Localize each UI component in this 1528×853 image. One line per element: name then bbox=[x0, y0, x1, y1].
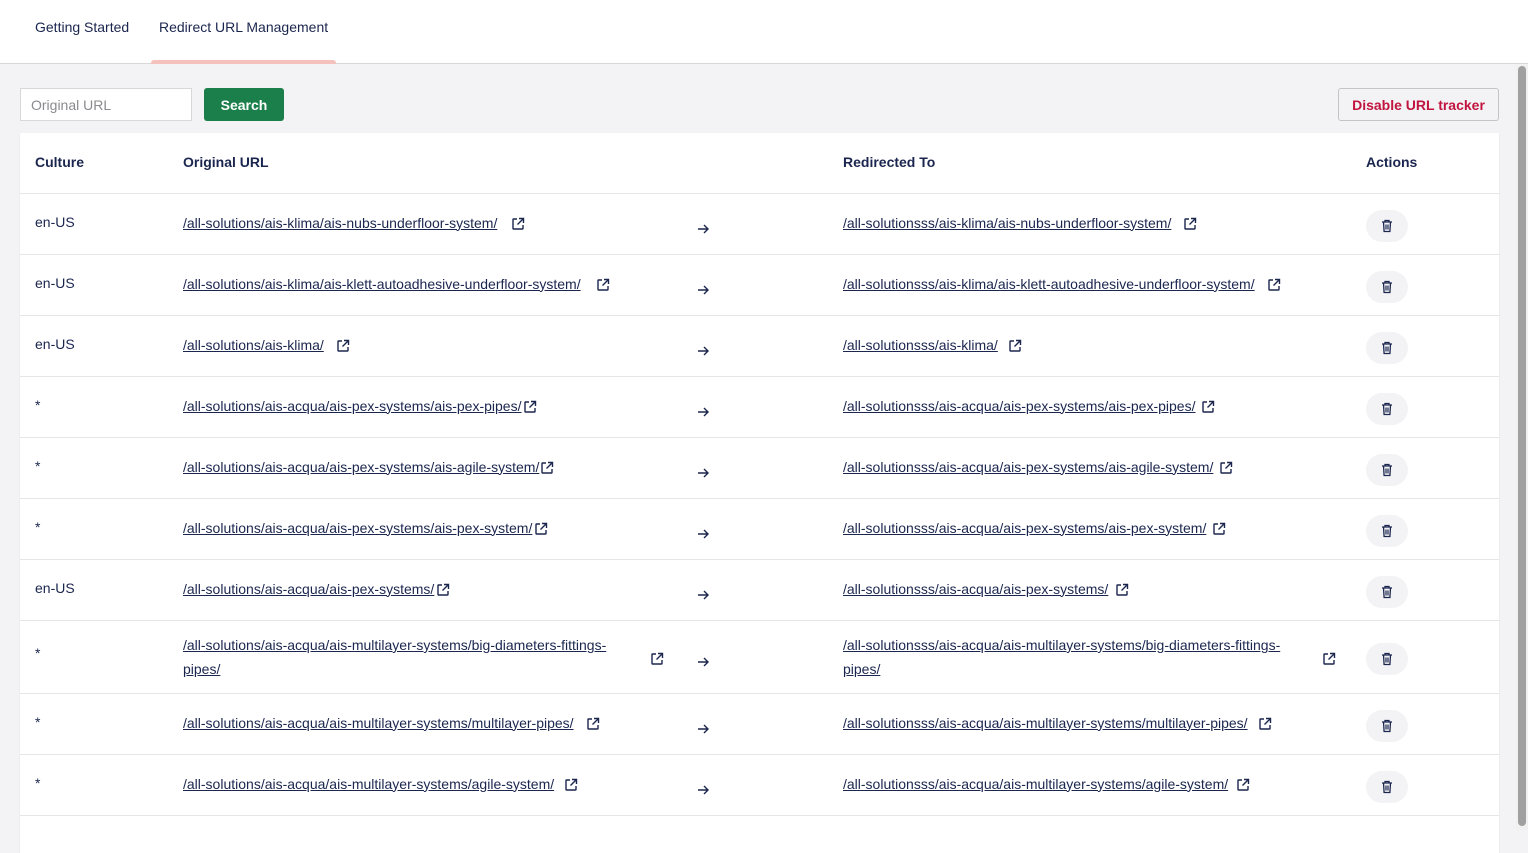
original-url-link[interactable]: /all-solutions/ais-acqua/ais-pex-systems… bbox=[183, 577, 434, 601]
external-link-icon[interactable] bbox=[523, 400, 537, 414]
tab-bar: Getting Started Redirect URL Management bbox=[0, 0, 1528, 64]
external-link-icon[interactable] bbox=[511, 217, 525, 231]
arrow-right-icon bbox=[696, 588, 710, 602]
delete-redirect-button[interactable] bbox=[1366, 270, 1408, 303]
redirected-url-link[interactable]: /all-solutionsss/ais-acqua/ais-pex-syste… bbox=[843, 577, 1108, 601]
external-link-icon[interactable] bbox=[1322, 652, 1336, 666]
delete-redirect-button[interactable] bbox=[1366, 453, 1408, 486]
redirected-url-link[interactable]: /all-solutionsss/ais-acqua/ais-multilaye… bbox=[843, 772, 1228, 796]
redirected-url-link[interactable]: /all-solutionsss/ais-acqua/ais-pex-syste… bbox=[843, 394, 1195, 418]
external-link-icon[interactable] bbox=[1008, 339, 1022, 353]
redirected-url-link[interactable]: /all-solutionsss/ais-acqua/ais-multilaye… bbox=[843, 711, 1248, 735]
delete-redirect-button[interactable] bbox=[1366, 392, 1408, 425]
header-actions: Actions bbox=[1366, 154, 1418, 170]
external-link-icon[interactable] bbox=[1201, 400, 1215, 414]
header-culture: Culture bbox=[35, 154, 84, 170]
arrow-right-icon bbox=[696, 527, 710, 541]
redirected-url-line1: /all-solutionsss/ais-acqua/ais-multilaye… bbox=[843, 637, 1281, 653]
delete-redirect-button[interactable] bbox=[1366, 575, 1408, 608]
table-row: * /all-solutions/ais-acqua/ais-pex-system… bbox=[20, 499, 1499, 560]
original-url-line1: /all-solutions/ais-acqua/ais-multilayer-… bbox=[183, 637, 607, 653]
table-row: * /all-solutions/ais-acqua/ais-multilayer… bbox=[20, 755, 1499, 816]
culture-cell: en-US bbox=[35, 580, 75, 596]
delete-redirect-button[interactable] bbox=[1366, 642, 1408, 675]
table-row: * /all-solutions/ais-acqua/ais-multilayer… bbox=[20, 621, 1499, 694]
external-link-icon[interactable] bbox=[1267, 278, 1281, 292]
original-url-link[interactable]: /all-solutions/ais-acqua/ais-multilayer-… bbox=[183, 633, 623, 681]
redirects-table: Culture Original URL Redirected To Actio… bbox=[20, 133, 1499, 853]
redirected-url-link[interactable]: /all-solutionsss/ais-klima/ais-nubs-unde… bbox=[843, 211, 1171, 235]
table-row: en-US/all-solutions/ais-klima/ais-nubs-u… bbox=[20, 194, 1499, 255]
table-row: * /all-solutions/ais-acqua/ais-pex-system… bbox=[20, 438, 1499, 499]
original-url-link[interactable]: /all-solutions/ais-klima/ais-nubs-underf… bbox=[183, 211, 497, 235]
delete-redirect-button[interactable] bbox=[1366, 209, 1408, 242]
external-link-icon[interactable] bbox=[1212, 522, 1226, 536]
culture-cell: * bbox=[35, 775, 41, 791]
external-link-icon[interactable] bbox=[1236, 778, 1250, 792]
redirected-url-link[interactable]: /all-solutionsss/ais-acqua/ais-multilaye… bbox=[843, 633, 1303, 681]
table-row: en-US/all-solutions/ais-klima/ /all-solut… bbox=[20, 316, 1499, 377]
table-row: * /all-solutions/ais-acqua/ais-pex-system… bbox=[20, 377, 1499, 438]
redirected-url-link[interactable]: /all-solutionsss/ais-acqua/ais-pex-syste… bbox=[843, 516, 1206, 540]
external-link-icon[interactable] bbox=[1219, 461, 1233, 475]
culture-cell: * bbox=[35, 458, 41, 474]
external-link-icon[interactable] bbox=[540, 461, 554, 475]
original-url-link[interactable]: /all-solutions/ais-acqua/ais-multilayer-… bbox=[183, 772, 554, 796]
table-row: en-US/all-solutions/ais-klima/ais-klett-… bbox=[20, 255, 1499, 316]
culture-cell: * bbox=[35, 645, 41, 661]
external-link-icon[interactable] bbox=[564, 778, 578, 792]
arrow-right-icon bbox=[696, 344, 710, 358]
external-link-icon[interactable] bbox=[1258, 717, 1272, 731]
arrow-right-icon bbox=[696, 466, 710, 480]
arrow-right-icon bbox=[696, 405, 710, 419]
arrow-right-icon bbox=[696, 222, 710, 236]
external-link-icon[interactable] bbox=[1115, 583, 1129, 597]
tab-redirect-url-management[interactable]: Redirect URL Management bbox=[151, 0, 337, 64]
header-redirected-to: Redirected To bbox=[843, 154, 936, 170]
disable-url-tracker-button[interactable]: Disable URL tracker bbox=[1338, 88, 1499, 121]
external-link-icon[interactable] bbox=[534, 522, 548, 536]
delete-redirect-button[interactable] bbox=[1366, 514, 1408, 547]
original-url-link[interactable]: /all-solutions/ais-klima/ bbox=[183, 333, 324, 357]
delete-redirect-button[interactable] bbox=[1366, 770, 1408, 803]
culture-cell: en-US bbox=[35, 214, 75, 230]
tab-label: Redirect URL Management bbox=[159, 19, 329, 35]
active-tab-indicator bbox=[151, 60, 337, 64]
original-url-link[interactable]: /all-solutions/ais-acqua/ais-multilayer-… bbox=[183, 711, 574, 735]
original-url-link[interactable]: /all-solutions/ais-acqua/ais-pex-systems… bbox=[183, 455, 539, 479]
arrow-right-icon bbox=[696, 283, 710, 297]
culture-cell: en-US bbox=[35, 275, 75, 291]
original-url-link[interactable]: /all-solutions/ais-acqua/ais-pex-systems… bbox=[183, 394, 521, 418]
table-row: * /all-solutions/ais-acqua/ais-multilayer… bbox=[20, 694, 1499, 755]
culture-cell: en-US bbox=[35, 336, 75, 352]
external-link-icon[interactable] bbox=[596, 278, 610, 292]
search-button[interactable]: Search bbox=[204, 88, 284, 121]
row-divider bbox=[20, 815, 1499, 816]
delete-redirect-button[interactable] bbox=[1366, 331, 1408, 364]
culture-cell: * bbox=[35, 397, 41, 413]
redirected-url-link[interactable]: /all-solutionsss/ais-acqua/ais-pex-syste… bbox=[843, 455, 1213, 479]
original-url-link[interactable]: /all-solutions/ais-acqua/ais-pex-systems… bbox=[183, 516, 532, 540]
original-url-link[interactable]: /all-solutions/ais-klima/ais-klett-autoa… bbox=[183, 272, 581, 296]
redirected-url-link[interactable]: /all-solutionsss/ais-klima/ bbox=[843, 333, 998, 357]
culture-cell: * bbox=[35, 519, 41, 535]
external-link-icon[interactable] bbox=[336, 339, 350, 353]
original-url-line2: pipes/ bbox=[183, 661, 221, 677]
external-link-icon[interactable] bbox=[436, 583, 450, 597]
redirected-url-link[interactable]: /all-solutionsss/ais-klima/ais-klett-aut… bbox=[843, 272, 1255, 296]
external-link-icon[interactable] bbox=[1183, 217, 1197, 231]
delete-redirect-button[interactable] bbox=[1366, 709, 1408, 742]
external-link-icon[interactable] bbox=[650, 652, 664, 666]
culture-cell: * bbox=[35, 714, 41, 730]
scrollbar-thumb[interactable] bbox=[1518, 66, 1526, 826]
arrow-right-icon bbox=[696, 783, 710, 797]
arrow-right-icon bbox=[696, 655, 710, 669]
external-link-icon[interactable] bbox=[586, 717, 600, 731]
redirected-url-line2: pipes/ bbox=[843, 661, 881, 677]
original-url-search-input[interactable] bbox=[20, 88, 192, 121]
arrow-right-icon bbox=[696, 722, 710, 736]
tab-getting-started[interactable]: Getting Started bbox=[35, 0, 129, 63]
header-original-url: Original URL bbox=[183, 154, 269, 170]
table-row: en-US/all-solutions/ais-acqua/ais-pex-sy… bbox=[20, 560, 1499, 621]
